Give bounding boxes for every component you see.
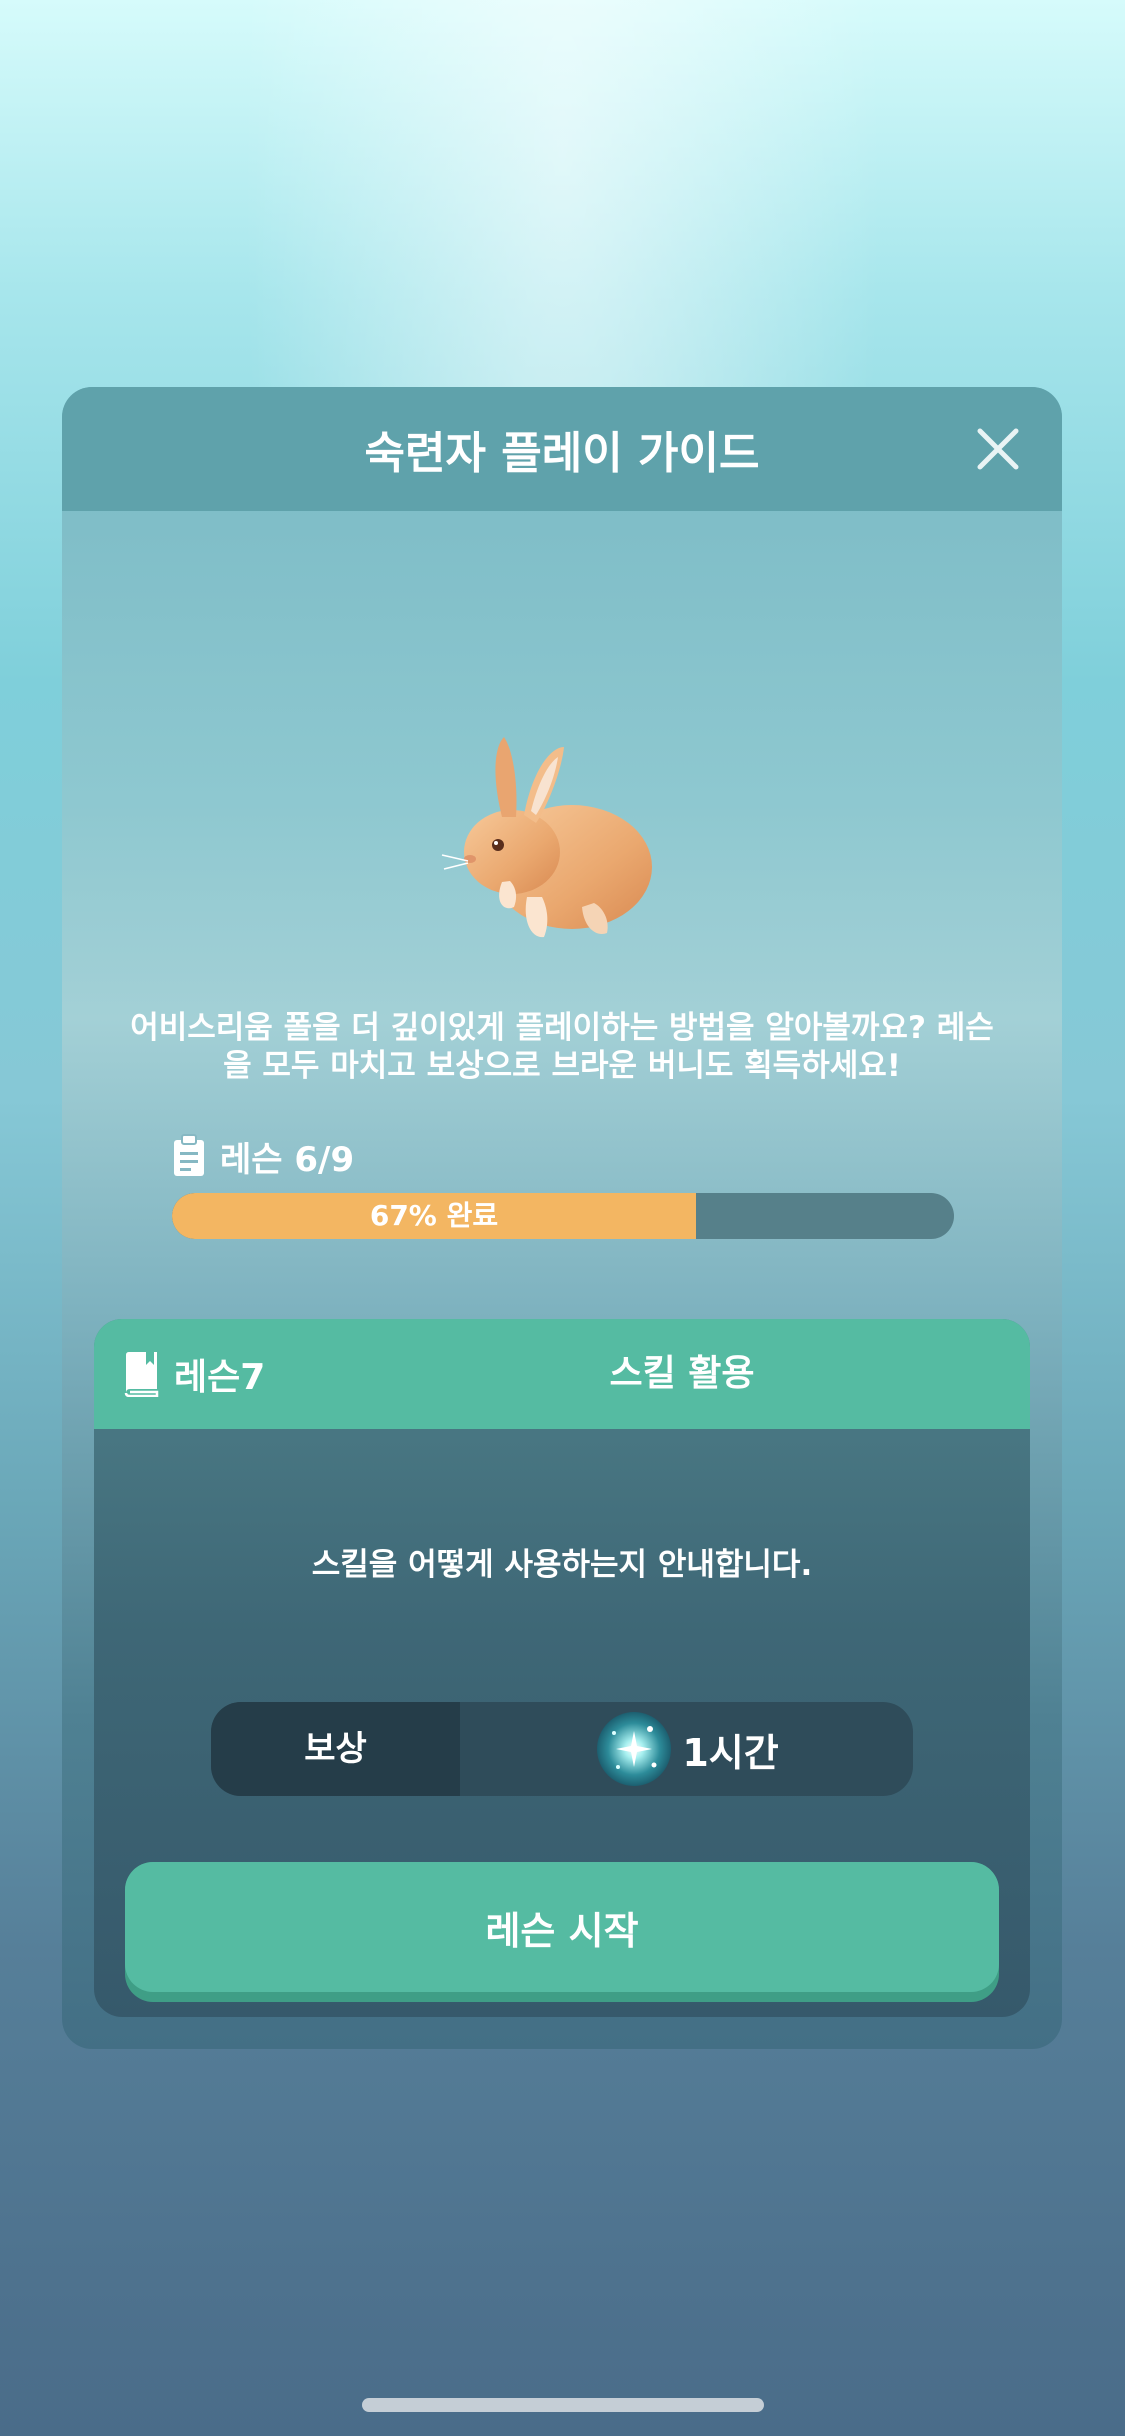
modal-title: 숙련자 플레이 가이드 (364, 428, 760, 479)
guide-modal: 숙련자 플레이 가이드 어비스리움 폴을 더 깊이있게 플레이하는 방법을 알아… (62, 387, 1062, 2049)
start-lesson-label: 레슨 시작 (125, 1862, 999, 1992)
lesson-title: 스킬 활용 (609, 1353, 755, 1394)
reward-duration: 1시간 (682, 1730, 779, 1775)
close-button[interactable] (974, 425, 1022, 473)
lesson-card: 레슨7 스킬 활용 스킬을 어떻게 사용하는지 안내합니다. 보상 1시간 레슨… (94, 1319, 1030, 2017)
lesson-description: 스킬을 어떻게 사용하는지 안내합니다. (311, 1547, 813, 1583)
modal-header: 숙련자 플레이 가이드 (62, 387, 1062, 511)
guide-description: 어비스리움 폴을 더 깊이있게 플레이하는 방법을 알아볼까요? 레슨을 모두 … (130, 1010, 994, 1084)
start-lesson-button[interactable]: 레슨 시작 (125, 1862, 999, 2002)
brown-bunny-image (432, 707, 692, 957)
lesson-progress-label: 레슨 6/9 (220, 1139, 355, 1180)
home-indicator[interactable] (362, 2398, 764, 2412)
clipboard-icon (174, 1134, 204, 1176)
sparkle-orb-icon (597, 1712, 672, 1786)
reward-bar: 보상 1시간 (211, 1702, 913, 1796)
lesson-card-header: 레슨7 스킬 활용 (94, 1319, 1030, 1429)
progress-label: 67% 완료 (369, 1199, 499, 1232)
reward-label: 보상 (211, 1702, 460, 1796)
lesson-progress-count: 레슨 6/9 (172, 1132, 354, 1180)
progress-bar: 67% 완료 (172, 1193, 954, 1239)
reward-value: 1시간 (460, 1702, 913, 1796)
close-icon (977, 428, 1019, 470)
